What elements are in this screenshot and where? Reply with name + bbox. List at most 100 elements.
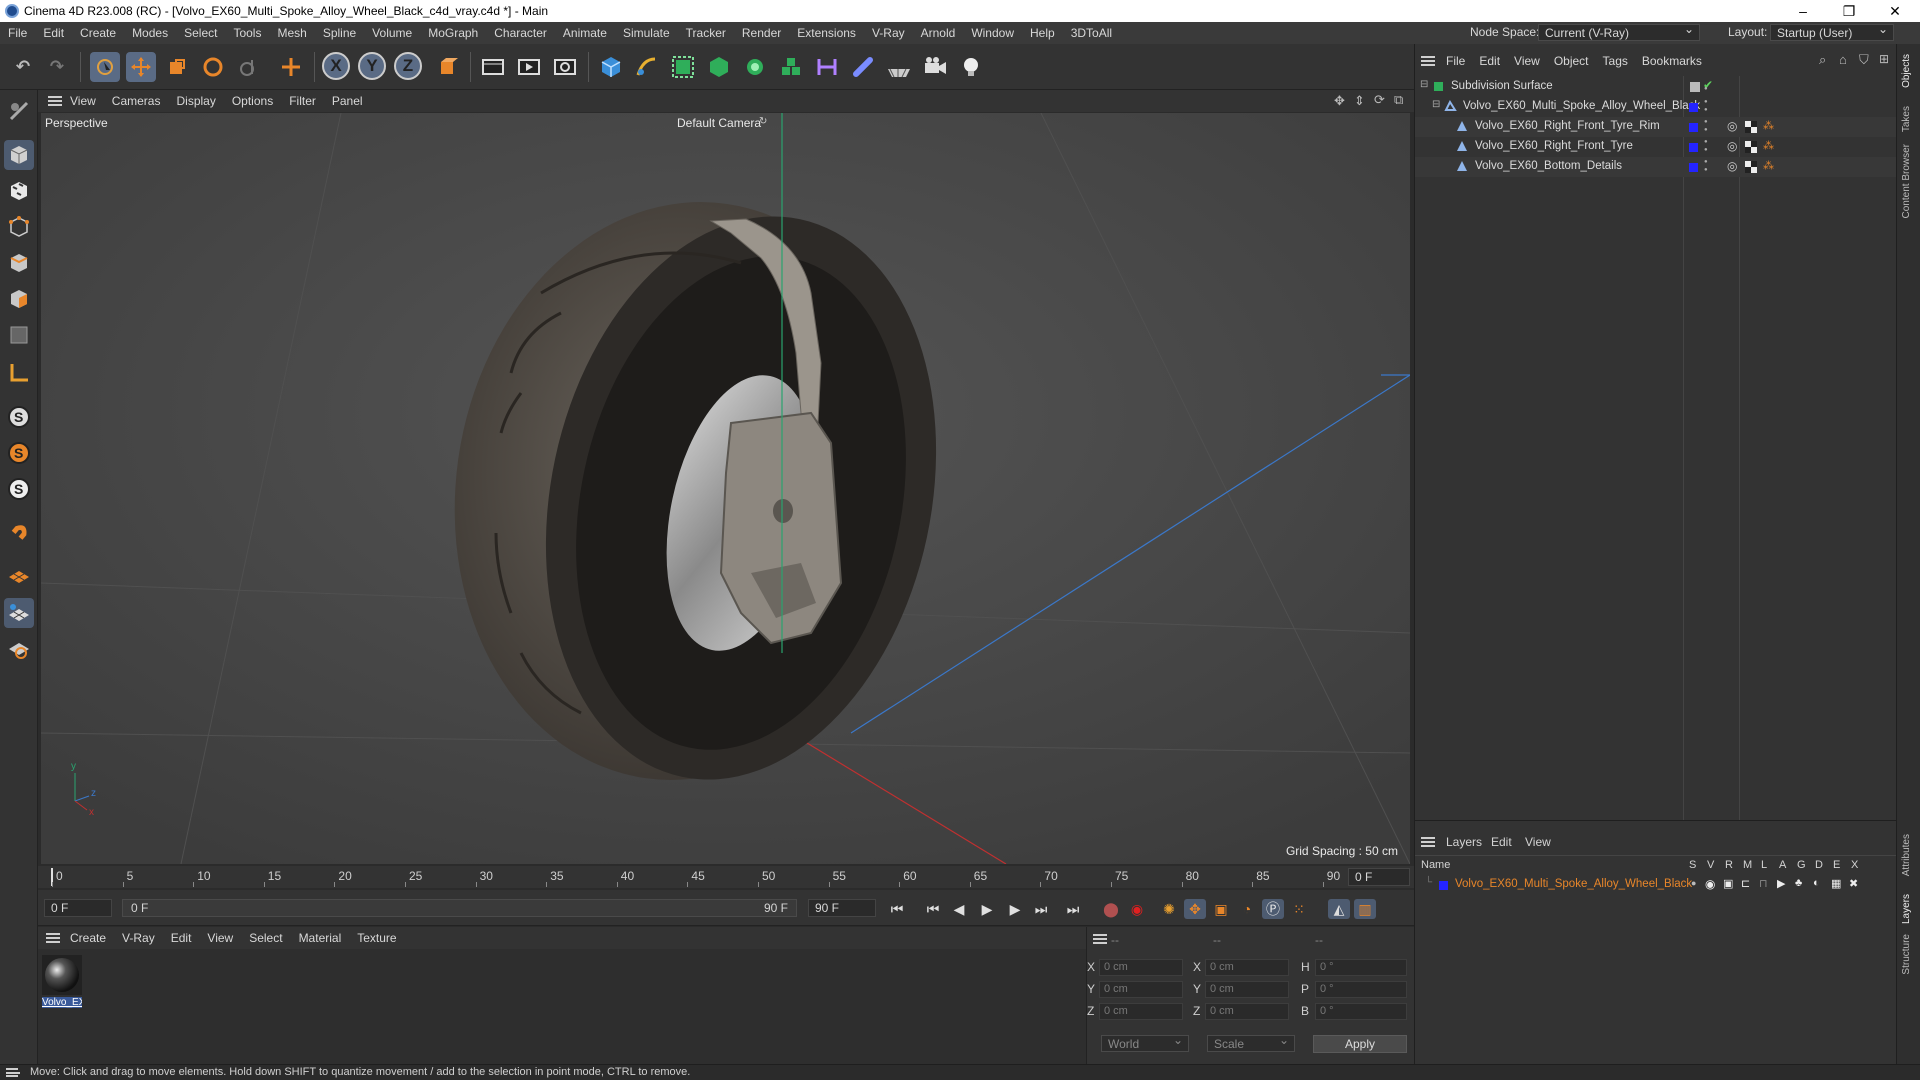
material-swatch[interactable]: Volvo_EX	[42, 955, 82, 1013]
layers-menu-layers[interactable]: Layers	[1446, 835, 1482, 849]
layer-lock-icon[interactable]: ⊓	[1759, 877, 1768, 890]
make-editable-icon[interactable]	[4, 96, 34, 126]
object-row-front-tyre[interactable]: Volvo_EX60_Right_Front_Tyre ● ● ◎ ⁂	[1415, 137, 1897, 157]
subdivision-surface-icon[interactable]	[668, 52, 698, 82]
object-menu-edit[interactable]: Edit	[1472, 54, 1507, 68]
collapse-icon[interactable]: ⊟	[1420, 79, 1428, 90]
object-row-bottom-details[interactable]: Volvo_EX60_Bottom_Details ● ● ◎ ⁂	[1415, 157, 1897, 177]
viewport-zoom-icon[interactable]: ⇕	[1354, 93, 1365, 109]
layer-render-icon[interactable]: ▣	[1723, 877, 1733, 890]
tab-layers[interactable]: Layers	[1901, 894, 1912, 924]
key-pla-icon[interactable]: ⁙	[1288, 899, 1310, 919]
maximize-button[interactable]: ❐	[1826, 0, 1872, 22]
layers-menu-view[interactable]: View	[1525, 835, 1551, 849]
material-menu-view[interactable]: View	[199, 931, 241, 945]
layer-color-swatch[interactable]	[1689, 163, 1698, 172]
menu-vray[interactable]: V-Ray	[864, 26, 913, 40]
phong-tag-icon[interactable]: ◎	[1727, 159, 1737, 173]
object-row-tyre-rim[interactable]: Volvo_EX60_Right_Front_Tyre_Rim ● ● ◎ ⁂	[1415, 117, 1897, 137]
axis-y-button[interactable]: Y	[358, 52, 386, 80]
keyframe-selection-icon[interactable]: ✺	[1158, 899, 1180, 919]
object-menu-object[interactable]: Object	[1547, 54, 1596, 68]
polygon-mode-icon[interactable]	[4, 284, 34, 314]
object-row-wheel-group[interactable]: ⊟ Volvo_EX60_Multi_Spoke_Alloy_Wheel_Bla…	[1415, 97, 1897, 117]
camera-object-icon[interactable]	[920, 52, 950, 82]
coord-pos-z-field[interactable]: 0 cm	[1099, 1003, 1183, 1020]
layer-row[interactable]: └ Volvo_EX60_Multi_Spoke_Alloy_Wheel_Bla…	[1415, 875, 1897, 895]
apply-button[interactable]: Apply	[1313, 1035, 1407, 1053]
viewport-menu-panel[interactable]: Panel	[324, 94, 371, 108]
object-menu-view[interactable]: View	[1507, 54, 1547, 68]
tab-objects[interactable]: Objects	[1901, 54, 1912, 88]
material-menu-edit[interactable]: Edit	[163, 931, 200, 945]
key-rotation-icon[interactable]: ◔	[1236, 899, 1258, 919]
frame-range-slider[interactable]: 0 F 90 F	[122, 899, 797, 917]
layer-toggle-icon[interactable]	[1689, 81, 1701, 93]
deformer-icon[interactable]	[776, 52, 806, 82]
menu-arnold[interactable]: Arnold	[913, 26, 964, 40]
menu-tracker[interactable]: Tracker	[678, 26, 734, 40]
collapse-icon[interactable]: ⊟	[1432, 99, 1440, 110]
key-scale-icon[interactable]: ▣	[1210, 899, 1232, 919]
quantize-icon[interactable]: S	[4, 474, 34, 504]
next-frame-icon[interactable]: ▶	[1004, 899, 1026, 919]
vray-tag-icon[interactable]: ⁂	[1763, 119, 1774, 132]
scale-tool-icon[interactable]	[162, 52, 192, 82]
material-menu-vray[interactable]: V-Ray	[114, 931, 163, 945]
menu-select[interactable]: Select	[176, 26, 225, 40]
menu-simulate[interactable]: Simulate	[615, 26, 678, 40]
menu-tools[interactable]: Tools	[225, 26, 269, 40]
layer-solo-icon[interactable]: ●	[1691, 878, 1696, 888]
timeline-ruler[interactable]: 0 5 10 15 20 25 30 35 40 45 50 55 60 65 70 75 80 85 90 0 F	[38, 866, 1414, 888]
layer-color-swatch[interactable]	[1689, 123, 1698, 132]
object-filter-icon[interactable]: ⛉	[1859, 52, 1869, 68]
scene-object-icon[interactable]	[848, 52, 878, 82]
layer-color-swatch[interactable]	[1689, 143, 1698, 152]
grid-snap-icon[interactable]	[4, 598, 34, 628]
prev-frame-icon[interactable]: ◀	[948, 899, 970, 919]
extrude-icon[interactable]	[704, 52, 734, 82]
node-space-dropdown[interactable]: Current (V-Ray)	[1538, 22, 1700, 41]
redo-button[interactable]: ↷	[42, 52, 72, 82]
phong-tag-icon[interactable]: ◎	[1727, 139, 1737, 153]
visibility-dots-icon[interactable]: ●	[1704, 86, 1708, 92]
record-icon[interactable]: ◉	[1126, 899, 1148, 919]
coord-mode-dropdown[interactable]: Scale	[1207, 1033, 1295, 1052]
mograph-cloner-icon[interactable]	[740, 52, 770, 82]
rotate-tool-icon[interactable]	[198, 52, 228, 82]
axis-x-button[interactable]: X	[322, 52, 350, 80]
menu-window[interactable]: Window	[963, 26, 1022, 40]
tab-takes[interactable]: Takes	[1901, 106, 1912, 132]
material-menu-icon[interactable]	[46, 933, 60, 943]
status-menu-icon[interactable]	[6, 1068, 20, 1077]
menu-edit[interactable]: Edit	[35, 26, 72, 40]
tab-content-browser[interactable]: Content Browser	[1901, 144, 1912, 218]
texture-mode-icon[interactable]	[4, 176, 34, 206]
layer-deformers-icon[interactable]: ◐	[1813, 877, 1820, 889]
coordinates-menu-icon[interactable]	[1093, 934, 1107, 944]
layer-color-swatch[interactable]	[1689, 103, 1698, 112]
menu-help[interactable]: Help	[1022, 26, 1063, 40]
current-frame-field[interactable]: 0 F	[1348, 868, 1410, 886]
viewport-menu-icon[interactable]	[48, 96, 62, 106]
viewport-menu-filter[interactable]: Filter	[281, 94, 324, 108]
spline-pen-icon[interactable]	[632, 52, 662, 82]
tab-structure[interactable]: Structure	[1901, 934, 1912, 975]
camera-link-icon[interactable]: ↻	[759, 116, 767, 127]
workplane-icon[interactable]	[4, 358, 34, 388]
coord-pos-x-field[interactable]: 0 cm	[1099, 959, 1183, 976]
layer-manager-icon[interactable]: ⊏	[1741, 877, 1750, 890]
tab-attributes[interactable]: Attributes	[1901, 834, 1912, 876]
vray-tag-icon[interactable]: ⁂	[1763, 139, 1774, 152]
object-row-subdivision-surface[interactable]: ⊟ Subdivision Surface ✔ ●	[1415, 77, 1897, 97]
magnet-icon[interactable]	[4, 518, 34, 548]
layers-menu-icon[interactable]	[1421, 837, 1435, 847]
floor-object-icon[interactable]	[884, 52, 914, 82]
layout-dropdown[interactable]: Startup (User)	[1770, 22, 1894, 41]
object-search-icon[interactable]: ⌕	[1819, 52, 1826, 68]
start-frame-field[interactable]: 0 F	[44, 899, 112, 917]
menu-file[interactable]: File	[0, 26, 35, 40]
render-picture-viewer-icon[interactable]	[514, 52, 544, 82]
coordinate-system-icon[interactable]	[432, 52, 462, 82]
viewport-move-icon[interactable]: ✥	[1334, 93, 1345, 109]
